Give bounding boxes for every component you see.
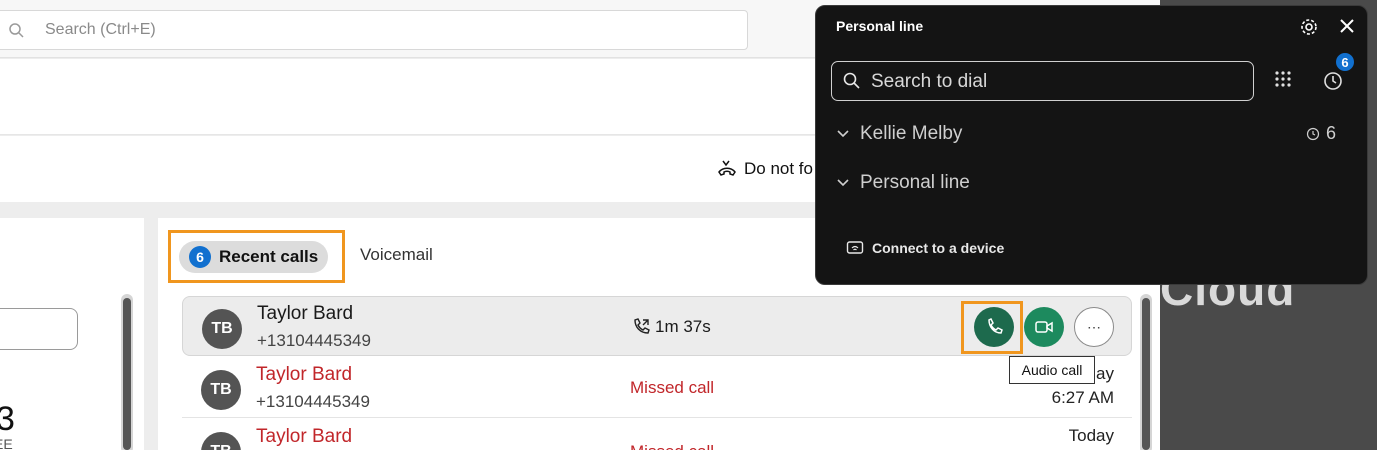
outgoing-call-icon <box>634 318 650 334</box>
group-label: Personal line <box>860 172 970 193</box>
search-icon <box>843 72 860 89</box>
do-not-forward-status[interactable]: Do not fo <box>716 158 813 180</box>
tab-recent-calls[interactable]: 6 Recent calls <box>168 230 345 283</box>
group-count: 6 <box>1306 123 1336 144</box>
more-button[interactable]: ⋯ <box>1074 307 1114 347</box>
video-icon <box>1035 321 1053 333</box>
call-row[interactable]: TB Taylor Bard Missed call Today <box>182 420 1132 450</box>
tab-label: Recent calls <box>219 247 319 266</box>
search-input[interactable]: Search (Ctrl+E) <box>0 10 748 50</box>
connect-device-button[interactable]: Connect to a device <box>846 240 1004 256</box>
left-caption: EE <box>0 436 13 450</box>
call-row[interactable]: TB Taylor Bard +13104445349 Missed call … <box>182 358 1132 418</box>
scroll-thumb[interactable] <box>1142 298 1150 450</box>
popup-title: Personal line <box>836 18 924 34</box>
call-time: 6:27 AM <box>1051 388 1114 407</box>
history-badge: 6 <box>1334 51 1356 73</box>
keypad-icon[interactable] <box>1273 69 1293 91</box>
audio-call-button[interactable] <box>974 307 1014 347</box>
gear-icon[interactable] <box>1298 16 1320 38</box>
clock-icon <box>1306 127 1320 140</box>
chevron-down-icon <box>837 179 849 187</box>
missed-call-label: Missed call <box>630 442 714 450</box>
dial-placeholder: Search to dial <box>871 71 988 92</box>
avatar: TB <box>201 370 241 410</box>
call-duration: 1m 37s <box>631 317 711 337</box>
status-label: Do not fo <box>744 159 813 178</box>
unread-badge: 6 <box>189 246 211 268</box>
group-count-value: 6 <box>1326 123 1337 143</box>
scroll-thumb[interactable] <box>123 298 131 450</box>
device-icon <box>846 241 864 254</box>
call-day: Today <box>1068 426 1114 445</box>
group-personal-line[interactable]: Personal line <box>836 172 970 194</box>
contact-number: +13104445349 <box>256 392 370 411</box>
avatar: TB <box>202 309 242 349</box>
phone-icon <box>988 317 1003 334</box>
duration-text: 1m 37s <box>655 317 711 336</box>
more-icon: ⋯ <box>1087 318 1101 335</box>
video-call-button[interactable] <box>1024 307 1064 347</box>
left-dropdown[interactable] <box>0 308 78 350</box>
contact-name: Taylor Bard <box>256 426 353 447</box>
search-placeholder: Search (Ctrl+E) <box>45 21 156 38</box>
chevron-down-icon <box>837 130 849 138</box>
tab-voicemail[interactable]: Voicemail <box>360 245 433 265</box>
personal-line-popup: Personal line Search to dial 6 Kellie Me… <box>815 5 1368 285</box>
calls-scrollbar[interactable] <box>1140 294 1152 450</box>
contact-name: Taylor Bard <box>256 364 353 385</box>
left-count: 3 <box>0 400 15 438</box>
tab-pill[interactable]: 6 Recent calls <box>179 241 328 273</box>
audio-call-tooltip: Audio call <box>1009 356 1095 384</box>
close-icon[interactable] <box>1336 15 1358 37</box>
call-date: Today <box>1069 424 1114 448</box>
contact-number: +13104445349 <box>257 331 371 350</box>
avatar: TB <box>201 432 241 450</box>
missed-call-label: Missed call <box>630 378 715 397</box>
group-label: Kellie Melby <box>860 123 963 144</box>
group-kellie-melby[interactable]: Kellie Melby <box>836 123 962 145</box>
connect-label: Connect to a device <box>872 240 1005 256</box>
dial-search-input[interactable]: Search to dial <box>831 61 1254 101</box>
contact-name: Taylor Bard <box>257 303 354 324</box>
phone-forward-off-icon <box>718 160 736 176</box>
search-icon <box>9 23 24 38</box>
left-scrollbar[interactable] <box>121 294 133 450</box>
